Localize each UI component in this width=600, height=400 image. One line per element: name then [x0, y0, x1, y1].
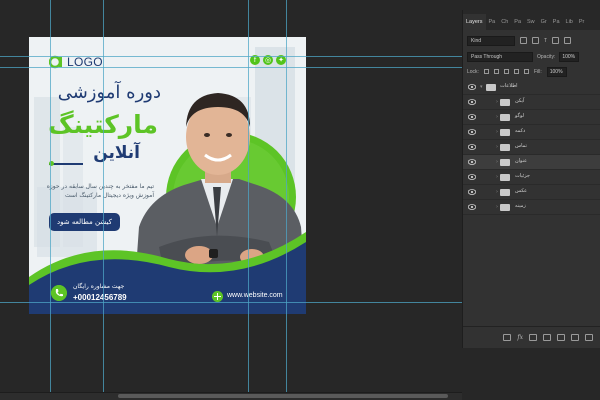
layer-name: اطلاعات	[500, 83, 518, 89]
tab-gradients[interactable]: Gr	[538, 14, 550, 30]
lock-paint-icon[interactable]	[493, 69, 499, 74]
adjustment-layer-icon[interactable]	[543, 334, 551, 341]
opacity-label: Opacity:	[537, 53, 556, 60]
folder-icon	[500, 189, 510, 196]
lock-label: Lock:	[467, 68, 479, 75]
fill-input[interactable]: 100%	[546, 66, 567, 77]
tab-patterns[interactable]: Pa	[550, 14, 563, 30]
panel-footer: fx	[463, 326, 600, 348]
layer-group[interactable]: › تماس	[463, 140, 600, 155]
chevron-down-icon[interactable]: ▾	[480, 84, 485, 90]
kind-filter-select[interactable]: Kind	[467, 35, 515, 46]
phone-icon	[51, 285, 67, 301]
scrollbar-thumb[interactable]	[118, 394, 448, 398]
layer-name: عکس	[515, 188, 528, 194]
guide-horizontal[interactable]	[0, 56, 462, 57]
guide-vertical[interactable]	[50, 0, 51, 392]
tab-layers[interactable]: Layers	[463, 14, 486, 30]
folder-icon	[486, 84, 496, 91]
guide-horizontal[interactable]	[0, 67, 462, 68]
folder-icon	[500, 159, 510, 166]
folder-icon	[500, 114, 510, 121]
eye-icon[interactable]	[468, 84, 476, 90]
layer-list: ▾ اطلاعات › آیکن › لوگو › دکمه › تماس › …	[463, 80, 600, 215]
layer-group[interactable]: › جزئیات	[463, 170, 600, 185]
folder-icon	[500, 129, 510, 136]
layer-name: تماس	[515, 143, 527, 149]
lock-artboard-icon[interactable]	[513, 69, 519, 74]
eye-icon[interactable]	[468, 189, 476, 195]
lock-move-icon[interactable]	[503, 69, 509, 74]
eye-icon[interactable]	[468, 99, 476, 105]
layer-name: زمینه	[515, 203, 526, 209]
link-layers-icon[interactable]	[503, 334, 512, 341]
layer-group[interactable]: › دکمه	[463, 125, 600, 140]
headline-underline	[49, 163, 83, 165]
fx-icon[interactable]: fx	[517, 334, 523, 341]
lock-transparent-icon[interactable]	[483, 69, 489, 74]
layer-name: لوگو	[515, 113, 525, 119]
lock-all-icon[interactable]	[523, 69, 529, 74]
layer-group[interactable]: › لوگو	[463, 110, 600, 125]
cta-button: کیشن مطالعه شود	[49, 213, 120, 231]
eye-icon[interactable]	[468, 114, 476, 120]
folder-icon	[500, 144, 510, 151]
blend-mode-select[interactable]: Pass Through	[467, 51, 533, 62]
guide-vertical[interactable]	[286, 0, 287, 392]
description-text: تیم ما مفتخر به چندین سال سابقه در حوزه …	[46, 183, 154, 199]
tab-paragraph[interactable]: Pa	[511, 14, 524, 30]
layers-panel: Layers Pa Ch Pa Sw Gr Pa Lib Pr Kind T P…	[462, 10, 600, 348]
bottom-wave	[29, 232, 306, 314]
design-canvas[interactable]: LOGO f ◎ ✦ دوره آموزشی مارکتینگ آنلاین ت…	[29, 37, 306, 314]
website-url: www.website.com	[227, 292, 283, 299]
layer-group[interactable]: › عکس	[463, 185, 600, 200]
shape-filter-icon[interactable]	[552, 37, 560, 44]
blend-row: Pass Through Opacity: 100%	[467, 51, 597, 62]
trash-icon[interactable]	[585, 334, 593, 341]
layer-name: دکمه	[515, 128, 526, 134]
guide-horizontal[interactable]	[0, 302, 462, 303]
layer-group[interactable]: ▾ اطلاعات	[463, 80, 600, 95]
eye-icon[interactable]	[468, 159, 476, 165]
guide-vertical[interactable]	[103, 0, 104, 392]
layer-group-selected[interactable]: › عنوان	[463, 155, 600, 170]
tab-libraries[interactable]: Lib	[563, 14, 576, 30]
folder-icon	[500, 174, 510, 181]
eye-icon[interactable]	[468, 174, 476, 180]
eye-icon[interactable]	[468, 204, 476, 210]
layer-name: عنوان	[515, 158, 528, 164]
consult-label: جهت مشاوره رایگان	[73, 283, 125, 290]
tab-paths[interactable]: Pa	[486, 14, 499, 30]
folder-icon	[500, 99, 510, 106]
layer-group[interactable]: › زمینه	[463, 200, 600, 215]
headline-line-1: دوره آموزشی	[57, 82, 161, 103]
headline-line-3: آنلاین	[93, 143, 140, 163]
add-mask-icon[interactable]	[529, 334, 537, 341]
smart-object-filter-icon[interactable]	[564, 37, 572, 44]
filter-row: Kind T	[467, 35, 597, 46]
type-filter-icon[interactable]: T	[544, 38, 547, 44]
folder-icon	[500, 204, 510, 211]
layer-name: آیکن	[515, 98, 525, 104]
phone-number: +00012456789	[73, 293, 127, 302]
tab-properties[interactable]: Pr	[576, 14, 588, 30]
opacity-input[interactable]: 100%	[559, 51, 580, 62]
tab-swatches[interactable]: Sw	[524, 14, 538, 30]
eye-icon[interactable]	[468, 144, 476, 150]
panel-tabs: Layers Pa Ch Pa Sw Gr Pa Lib Pr	[463, 10, 600, 30]
lock-row: Lock: Fill: 100%	[467, 66, 597, 77]
layer-group[interactable]: › آیکن	[463, 95, 600, 110]
new-group-icon[interactable]	[557, 334, 565, 341]
adjustment-filter-icon[interactable]	[532, 37, 539, 44]
new-layer-icon[interactable]	[571, 334, 579, 341]
tab-channels[interactable]: Ch	[498, 14, 511, 30]
pixel-filter-icon[interactable]	[520, 37, 527, 44]
fill-label: Fill:	[533, 68, 542, 75]
globe-icon	[212, 291, 223, 302]
guide-vertical[interactable]	[248, 0, 249, 392]
eye-icon[interactable]	[468, 129, 476, 135]
photoshop-workspace: LOGO f ◎ ✦ دوره آموزشی مارکتینگ آنلاین ت…	[0, 0, 600, 400]
layer-name: جزئیات	[515, 173, 530, 179]
